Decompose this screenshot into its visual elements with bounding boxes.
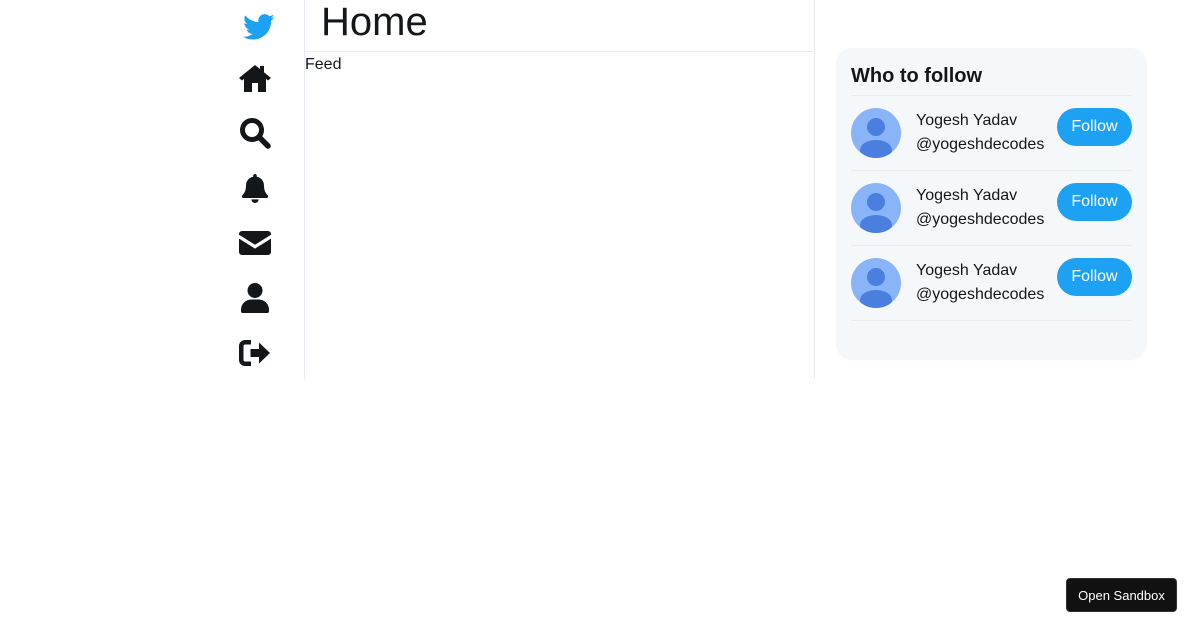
bell-icon <box>241 172 269 204</box>
sidebar-nav <box>225 0 305 380</box>
follow-button[interactable]: Follow <box>1057 183 1132 221</box>
follow-suggestion: Yogesh Yadav @yogeshdecodes Follow <box>851 95 1132 170</box>
user-handle: @yogeshdecodes <box>916 286 1045 303</box>
nav-home[interactable] <box>225 56 285 100</box>
user-name: Yogesh Yadav <box>916 112 1018 129</box>
nav-notifications[interactable] <box>225 166 285 210</box>
page-title: Home <box>321 0 428 44</box>
feed-column: Home Feed <box>304 0 815 380</box>
avatar <box>851 258 901 308</box>
feed-header: Home <box>305 0 814 52</box>
widget-title: Who to follow <box>851 65 983 87</box>
user-handle: @yogeshdecodes <box>916 136 1045 153</box>
avatar <box>851 108 901 158</box>
user-icon <box>241 282 269 314</box>
user-name: Yogesh Yadav <box>916 187 1018 204</box>
follow-suggestion: Yogesh Yadav @yogeshdecodes Follow <box>851 245 1132 321</box>
home-icon <box>238 63 272 93</box>
nav-logout[interactable] <box>225 331 285 375</box>
nav-messages[interactable] <box>225 221 285 265</box>
nav-explore[interactable] <box>225 111 285 155</box>
user-name: Yogesh Yadav <box>916 262 1018 279</box>
who-to-follow-widget: Who to follow Yogesh Yadav @yogeshdecode… <box>836 48 1147 360</box>
follow-button[interactable]: Follow <box>1057 108 1132 146</box>
feed-label: Feed <box>305 56 342 73</box>
open-sandbox-button[interactable]: Open Sandbox <box>1066 578 1177 612</box>
user-handle: @yogeshdecodes <box>916 211 1045 228</box>
twitter-logo-icon[interactable] <box>229 5 289 49</box>
avatar <box>851 183 901 233</box>
envelope-icon <box>239 230 271 256</box>
nav-profile[interactable] <box>225 276 285 320</box>
follow-button[interactable]: Follow <box>1057 258 1132 296</box>
search-icon <box>239 117 271 149</box>
follow-suggestion: Yogesh Yadav @yogeshdecodes Follow <box>851 170 1132 245</box>
sign-out-icon <box>239 339 271 367</box>
